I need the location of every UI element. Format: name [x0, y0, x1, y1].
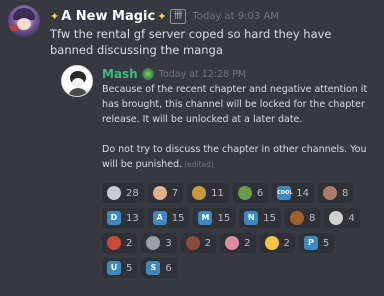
- reaction-button[interactable]: 3: [141, 233, 177, 253]
- reaction-count: 8: [308, 212, 316, 224]
- reaction-count: 5: [322, 237, 330, 249]
- reaction-count: 7: [171, 187, 179, 199]
- cat-icon: [146, 236, 161, 250]
- anime-face-icon: [322, 186, 337, 200]
- reaction-count: 6: [165, 262, 172, 274]
- reaction-count: 15: [217, 212, 231, 224]
- scene-icon: [289, 211, 304, 225]
- quoted-message-header: Mash Today at 12:28 PM: [102, 66, 246, 82]
- reaction-button[interactable]: 2: [220, 233, 256, 253]
- reaction-count: 28: [126, 187, 139, 199]
- quoted-message-body: Because of the recent chapter and negati…: [102, 82, 374, 172]
- reaction-count: 6: [256, 187, 264, 199]
- avatar-face: [72, 78, 84, 88]
- quoted-paragraph: Because of the recent chapter and negati…: [102, 84, 368, 125]
- letter-u-icon: U: [107, 261, 121, 275]
- reaction-count: 13: [126, 212, 139, 224]
- reaction-count: 4: [348, 212, 355, 224]
- reaction-count: 8: [341, 187, 349, 199]
- reaction-row: D 13 A 15 M 15 N 15 8 4: [102, 208, 382, 228]
- quoted-timestamp: Today at 12:28 PM: [158, 68, 247, 80]
- reaction-button[interactable]: D 13: [102, 208, 144, 228]
- reaction-count: 5: [126, 262, 133, 274]
- avatar-face: [17, 18, 31, 30]
- brown-hair-girl-icon: [185, 236, 200, 250]
- letter-n-icon: N: [244, 211, 259, 225]
- edited-label: (edited): [184, 160, 214, 169]
- reaction-button[interactable]: 7: [147, 183, 184, 203]
- reaction-row: 28 7 11 6 COOL 14 8: [102, 183, 382, 203]
- letter-s-icon: S: [146, 261, 161, 275]
- role-badge-icon[interactable]: 卌: [170, 8, 187, 24]
- avatar-bow: [10, 25, 18, 31]
- reaction-count: 11: [211, 187, 224, 199]
- relieved-face-icon: [264, 236, 279, 250]
- reaction-count: 2: [126, 237, 133, 249]
- reaction-button[interactable]: M 15: [193, 208, 236, 228]
- reaction-button[interactable]: 2: [259, 233, 295, 253]
- reaction-count: 2: [244, 237, 251, 249]
- reaction-button[interactable]: 8: [317, 183, 354, 203]
- red-hair-girl-icon: [107, 236, 121, 250]
- author-name[interactable]: A New Magic: [61, 9, 155, 24]
- server-emblem-icon: [141, 68, 154, 80]
- critter-icon: [237, 186, 252, 200]
- reaction-button[interactable]: S6: [141, 258, 177, 278]
- reaction-button[interactable]: N 15: [239, 208, 281, 228]
- letter-m-icon: M: [198, 211, 213, 225]
- cool-icon: COOL: [277, 186, 293, 200]
- reaction-button[interactable]: P5: [298, 233, 335, 253]
- reaction-button[interactable]: 4: [324, 208, 360, 228]
- message-header: ✦ A New Magic ✦ 卌 Today at 9:03 AM: [50, 7, 279, 25]
- reaction-count: 15: [263, 212, 276, 224]
- reaction-row: 2 3 2 2 2 P5: [102, 233, 382, 253]
- reaction-count: 2: [283, 237, 290, 249]
- letter-d-icon: D: [107, 211, 121, 225]
- avatar-body: [68, 88, 88, 96]
- reaction-button[interactable]: 11: [187, 183, 229, 203]
- reaction-count: 2: [204, 237, 212, 249]
- message-timestamp: Today at 9:03 AM: [192, 10, 279, 22]
- quoted-author-name[interactable]: Mash: [102, 67, 138, 81]
- manga-panel-icon: [192, 186, 207, 200]
- reaction-row: U5S6: [102, 258, 382, 278]
- reaction-button[interactable]: 2: [102, 233, 138, 253]
- reaction-button[interactable]: A 15: [147, 208, 190, 228]
- sparkle-icon: ✦: [50, 9, 60, 23]
- reaction-button[interactable]: COOL 14: [272, 183, 314, 203]
- face-sticker-icon: [107, 186, 121, 200]
- character-icon: [329, 211, 344, 225]
- reaction-button[interactable]: 28: [102, 183, 144, 203]
- reaction-button[interactable]: 2: [180, 233, 217, 253]
- quoted-author-avatar[interactable]: [61, 65, 93, 97]
- reaction-count: 14: [296, 187, 309, 199]
- anime-girl-icon: [152, 186, 167, 200]
- sparkle-icon: ✦: [157, 9, 167, 23]
- reaction-count: 3: [165, 237, 172, 249]
- message-text: Tfw the rental gf server coped so hard t…: [50, 27, 332, 57]
- reaction-button[interactable]: U5: [102, 258, 138, 278]
- quoted-paragraph: Do not try to discuss the chapter in oth…: [102, 144, 367, 170]
- reactions-bar: 28 7 11 6 COOL 14 8 D 13 A 15 M 15 N 15 8 4 23222P5 U5S…: [102, 183, 382, 283]
- reaction-button[interactable]: 6: [232, 183, 269, 203]
- pink-face-icon: [225, 236, 240, 250]
- author-avatar[interactable]: [8, 5, 40, 37]
- letter-p-icon: P: [303, 236, 318, 250]
- reaction-count: 15: [171, 212, 185, 224]
- letter-a-icon: A: [152, 211, 167, 225]
- reaction-button[interactable]: 8: [284, 208, 321, 228]
